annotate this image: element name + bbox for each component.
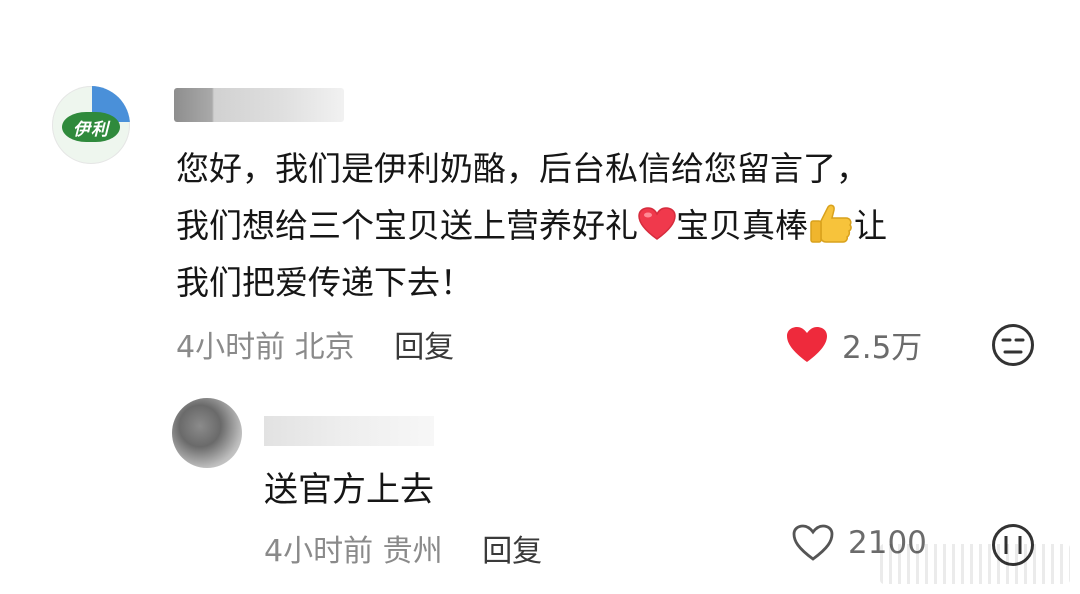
reply-location: 贵州 <box>382 534 443 569</box>
comment-line-2-a: 我们想给三个宝贝送上营养好礼 <box>176 206 638 245</box>
thumbs-up-emoji-icon <box>810 204 852 243</box>
comment-line-2-c: 让 <box>854 206 887 245</box>
comment-text: 您好，我们是伊利奶酪，后台私信给您留言了， 我们想给三个宝贝送上营养好礼 宝贝真棒… <box>176 140 1046 311</box>
comment-time: 4小时前 <box>176 330 286 365</box>
red-heart-emoji-icon <box>638 207 676 240</box>
comment-line-2: 我们想给三个宝贝送上营养好礼 宝贝真棒 让 <box>176 197 1046 254</box>
reply-time: 4小时前 <box>264 534 374 569</box>
watermark-overlay <box>880 544 1070 584</box>
comment-location: 北京 <box>294 330 355 365</box>
reply-reply-button[interactable]: 回复 <box>482 534 542 569</box>
like-count: 2.5万 <box>842 330 923 366</box>
like-button[interactable]: 2.5万 <box>786 322 922 367</box>
reply-button[interactable]: 回复 <box>394 330 454 365</box>
comment-line-1: 您好，我们是伊利奶酪，后台私信给您留言了， <box>176 149 869 188</box>
avatar-yili[interactable]: 伊利 <box>52 86 130 164</box>
reply-meta: 4小时前 贵州 回复 <box>264 526 542 570</box>
reply-username-blurred[interactable] <box>264 416 434 446</box>
comment-meta: 4小时前 北京 回复 <box>176 322 454 366</box>
heart-filled-icon <box>787 326 827 362</box>
avatar-replier[interactable] <box>172 398 242 468</box>
yili-logo: 伊利 <box>62 112 120 142</box>
username-blurred[interactable] <box>174 88 344 122</box>
dislike-face-icon[interactable] <box>991 323 1035 367</box>
comment-line-2-b: 宝贝真棒 <box>676 206 808 245</box>
heart-outline-icon <box>792 524 834 561</box>
reply-text: 送官方上去 <box>264 470 434 510</box>
comment-line-3: 我们把爱传递下去！ <box>176 263 473 302</box>
